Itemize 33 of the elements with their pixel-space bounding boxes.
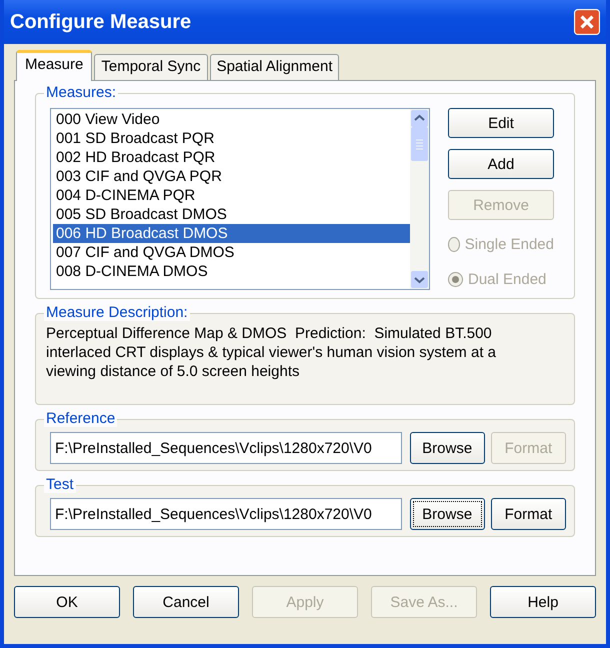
window-title: Configure Measure: [10, 10, 192, 34]
tab[interactable]: Temporal Sync: [94, 54, 208, 80]
group-label: Reference: [44, 410, 118, 427]
file-button[interactable]: Browse: [410, 498, 485, 530]
list-item[interactable]: 003 CIF and QVGA PQR: [51, 167, 410, 186]
scroll-up-icon[interactable]: [411, 110, 428, 127]
scrollbar[interactable]: [410, 109, 429, 289]
file-button[interactable]: Format: [490, 498, 566, 530]
group-label: Measure Description:: [44, 304, 190, 321]
list-item[interactable]: 000 View Video: [51, 110, 410, 129]
path-field[interactable]: F:\PreInstalled_Sequences\Vclips\1280x720\V0: [50, 498, 402, 530]
path-field[interactable]: F:\PreInstalled_Sequences\Vclips\1280x720\V0: [50, 432, 402, 464]
list-item[interactable]: 004 D-CINEMA PQR: [51, 186, 410, 205]
file-button[interactable]: Browse: [410, 432, 485, 464]
list-item[interactable]: 005 SD Broadcast DMOS: [51, 205, 410, 224]
list-item[interactable]: 001 SD Broadcast PQR: [51, 129, 410, 148]
list-item[interactable]: 002 HD Broadcast PQR: [51, 148, 410, 167]
action-button[interactable]: Edit: [448, 108, 554, 138]
action-button[interactable]: Add: [448, 149, 554, 179]
dialog-button[interactable]: Help: [490, 586, 596, 618]
tab[interactable]: Spatial Alignment: [210, 54, 340, 80]
description-text: Perceptual Difference Map & DMOS Prediction: Simulated BT.500 interlaced CRT displays & typical viewer's human vision system at a viewing distance of 5.0 screen heights: [46, 324, 497, 381]
group-label: Test: [44, 476, 76, 493]
scroll-thumb[interactable]: [411, 127, 428, 161]
list-item[interactable]: 008 D-CINEMA DMOS: [51, 262, 410, 281]
close-icon[interactable]: [574, 9, 600, 35]
dialog-button[interactable]: Cancel: [133, 586, 239, 618]
list-item[interactable]: 007 CIF and QVGA DMOS: [51, 243, 410, 262]
scroll-down-icon[interactable]: [411, 271, 428, 288]
tab[interactable]: Measure: [16, 50, 92, 81]
measure-list[interactable]: 000 View Video 001 SD Broadcast PQR 002 HD Broadcast PQR 003 CIF and QVGA PQR 004 D-CINEMA PQR 005 SD Broadcast DMOS 006 HD Broadcast DMOS 007 CIF and QVGA DMOS 008 D-CINEMA DMOS: [50, 108, 430, 290]
dialog-button[interactable]: OK: [14, 586, 120, 618]
list-item[interactable]: 006 HD Broadcast DMOS: [53, 224, 410, 243]
